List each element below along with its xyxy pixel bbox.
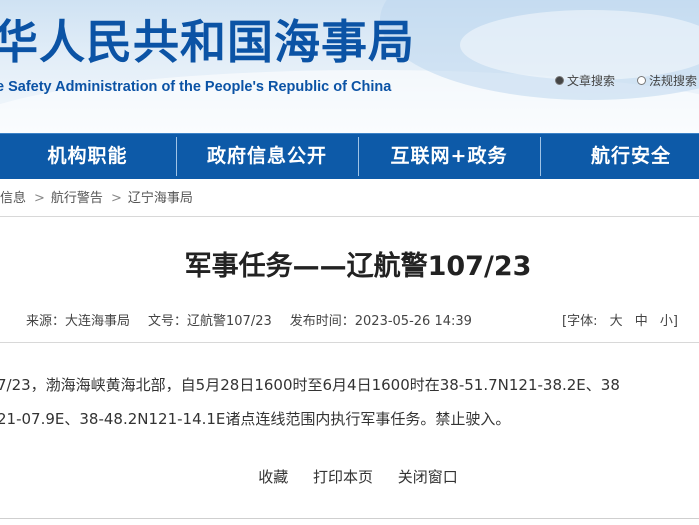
top-links: 文章搜索 法规搜索 — [555, 72, 699, 90]
site-subtitle: e Safety Administration of the People's … — [0, 79, 392, 95]
nav-item-navigation-safety[interactable]: 航行安全 — [541, 134, 699, 179]
font-size-label: [字体: — [562, 314, 598, 329]
nav-item-gov-info[interactable]: 政府信息公开 — [177, 134, 357, 179]
divider — [0, 216, 699, 217]
law-search-label: 法规搜索 — [649, 74, 698, 88]
article-title: 军事任务——辽航警107/23 — [184, 251, 532, 282]
law-search-link[interactable]: 法规搜索 — [637, 72, 697, 89]
font-size-close-bracket: ] — [672, 314, 678, 329]
site-title: 华人民共和国海事局 — [0, 15, 415, 69]
radio-icon — [637, 76, 646, 85]
favorite-link[interactable]: 收藏 — [258, 468, 288, 486]
divider — [0, 518, 699, 519]
breadcrumb-separator: > — [110, 191, 122, 206]
font-size-selector: [字体: 大 中 小] — [562, 312, 678, 332]
font-size-medium-button[interactable]: 中 — [635, 314, 648, 329]
article-body-line: 7/23，渤海海峡黄海北部，自5月28日1600时至6月4日1600时在38-5… — [0, 376, 620, 394]
nav-item-internet-gov[interactable]: 互联网+政务 — [359, 134, 539, 179]
breadcrumb: 信息 > 航行警告 > 辽宁海事局 — [0, 186, 193, 212]
breadcrumb-item-info[interactable]: 信息 — [0, 191, 26, 206]
article-actions: 收藏 打印本页 关闭窗口 — [0, 466, 699, 488]
article-meta: 来源：大连海事局 文号：辽航警107/23 发布时间：2023-05-26 14:3… — [26, 312, 490, 332]
article-search-label: 文章搜索 — [567, 74, 616, 88]
site-banner: 华人民共和国海事局 e Safety Administration of the… — [0, 0, 699, 133]
font-size-small-button[interactable]: 小 — [660, 314, 673, 329]
font-size-large-button[interactable]: 大 — [610, 314, 623, 329]
print-link[interactable]: 打印本页 — [313, 468, 373, 486]
article-doc-number: 文号：辽航警107/23 — [148, 314, 272, 329]
close-window-link[interactable]: 关闭窗口 — [398, 468, 458, 486]
article-search-link[interactable]: 文章搜索 — [555, 72, 615, 89]
article-body-line: 21-07.9E、38-48.2N121-14.1E诸点连线范围内执行军事任务。… — [0, 410, 511, 428]
nav-item-organization[interactable]: 机构职能 — [0, 134, 175, 179]
main-nav: 机构职能 政府信息公开 互联网+政务 航行安全 — [0, 133, 699, 179]
article-publish-time: 发布时间：2023-05-26 14:39 — [289, 314, 472, 329]
divider — [0, 342, 699, 343]
article-body: 7/23，渤海海峡黄海北部，自5月28日1600时至6月4日1600时在38-5… — [0, 368, 699, 436]
breadcrumb-separator: > — [34, 191, 45, 206]
breadcrumb-item-liaoning[interactable]: 辽宁海事局 — [128, 191, 193, 206]
radio-selected-icon — [555, 76, 564, 85]
article-source: 来源：大连海事局 — [26, 314, 131, 329]
breadcrumb-item-nav-warning[interactable]: 航行警告 — [51, 191, 103, 206]
